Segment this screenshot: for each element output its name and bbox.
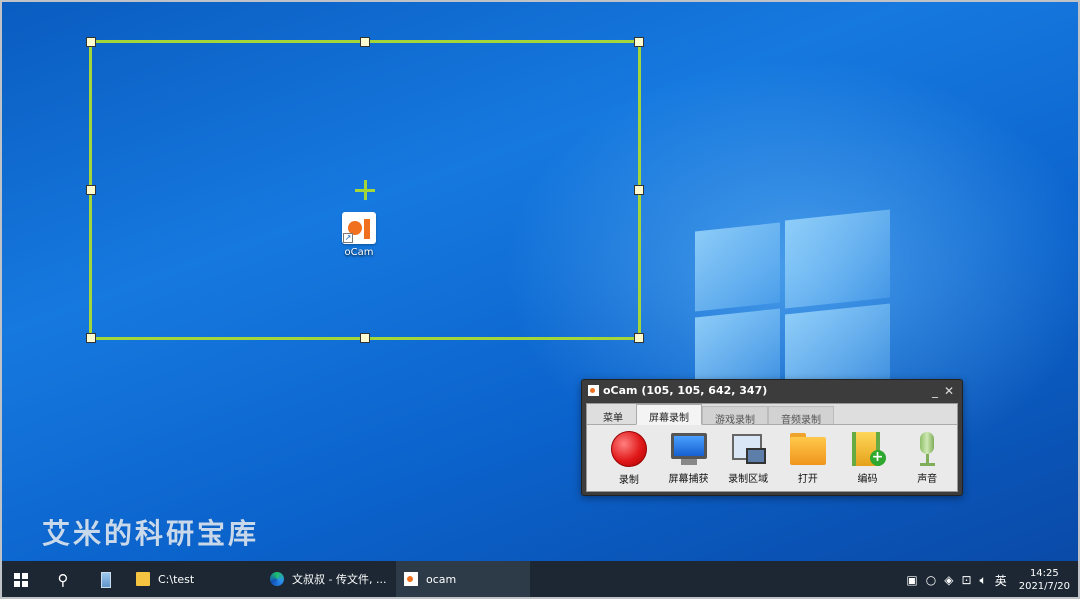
record-button[interactable]: 录制: [599, 430, 659, 486]
folder-icon: [136, 572, 150, 586]
desktop: ↗ oCam 艾米的科研宝库 oCam (105, 105, 642, 347)…: [0, 0, 1080, 561]
microphone-icon: [907, 430, 947, 468]
taskbar-item-explorer[interactable]: C:\test: [128, 561, 262, 599]
tab-screen-record[interactable]: 屏幕录制: [636, 404, 702, 425]
shortcut-arrow-icon: ↗: [343, 233, 353, 243]
ime-indicator[interactable]: 英: [995, 572, 1007, 589]
move-crosshair-icon[interactable]: [355, 180, 375, 200]
record-area-button[interactable]: 录制区域: [718, 430, 778, 486]
open-button[interactable]: 打开: [778, 430, 838, 486]
close-button[interactable]: ✕: [942, 384, 956, 398]
ocam-body: 菜单 屏幕录制 游戏录制 音频录制 录制 屏幕捕获 录制区域 打开 + 编码 声…: [586, 403, 958, 492]
sound-button[interactable]: 声音: [897, 430, 957, 486]
search-button[interactable]: ⚲: [42, 561, 84, 599]
resize-handle-top[interactable]: [360, 37, 370, 47]
ocam-desktop-shortcut[interactable]: ↗ oCam: [337, 212, 381, 258]
clock-time: 14:25: [1029, 568, 1059, 579]
start-button[interactable]: [0, 561, 42, 599]
resize-handle-top-right[interactable]: [634, 37, 644, 47]
film-add-icon: +: [848, 430, 888, 468]
volume-icon[interactable]: 🔈︎: [980, 573, 987, 588]
resize-handle-top-left[interactable]: [86, 37, 96, 47]
ocam-title-icon: [588, 385, 599, 396]
clock[interactable]: 14:25 2021/7/20: [1019, 567, 1070, 593]
ocam-app-icon: ↗: [342, 212, 376, 244]
circle-icon[interactable]: ○: [926, 573, 936, 587]
desktop-icon-label: oCam: [344, 247, 374, 258]
resize-handle-left[interactable]: [86, 185, 96, 195]
codec-button[interactable]: + 编码: [838, 430, 898, 486]
search-icon: ⚲: [57, 571, 69, 589]
resize-handle-bottom[interactable]: [360, 333, 370, 343]
clock-date: 2021/7/20: [1018, 581, 1070, 592]
network-icon[interactable]: ⊡: [961, 573, 971, 587]
edge-icon: [270, 572, 284, 586]
ocam-window[interactable]: oCam (105, 105, 642, 347) _ ✕ 菜单 屏幕录制 游戏…: [581, 379, 963, 496]
tab-game-record[interactable]: 游戏录制: [702, 406, 768, 426]
recycle-bin-icon: [101, 572, 111, 588]
taskbar-item-edge[interactable]: 文叔叔 - 传文件, ...: [262, 561, 396, 599]
watermark: 艾米的科研宝库: [42, 517, 260, 550]
resize-handle-bottom-left[interactable]: [86, 333, 96, 343]
taskbar-item-ocam[interactable]: ocam: [396, 561, 530, 599]
folder-icon: [788, 430, 828, 468]
monitor-icon: [669, 430, 709, 468]
tab-menu[interactable]: 菜单: [590, 404, 636, 424]
ocam-tray-icon[interactable]: ▣: [906, 573, 917, 587]
ocam-icon: [404, 572, 418, 586]
security-icon[interactable]: ◈: [944, 573, 953, 587]
minimize-button[interactable]: _: [928, 384, 942, 398]
window-title: oCam (105, 105, 642, 347): [603, 384, 768, 397]
taskbar: ⚲ C:\test 文叔叔 - 传文件, ... ocam ▣ ○ ◈ ⊡ 🔈︎…: [0, 561, 1080, 599]
windows-start-icon: [14, 573, 28, 587]
toolbar: 录制 屏幕捕获 录制区域 打开 + 编码 声音: [587, 425, 957, 486]
record-icon: [610, 431, 647, 467]
ocam-titlebar[interactable]: oCam (105, 105, 642, 347) _ ✕: [582, 380, 962, 401]
system-tray: ▣ ○ ◈ ⊡ 🔈︎ 英 14:25 2021/7/20: [902, 567, 1080, 593]
tab-bar: 菜单 屏幕录制 游戏录制 音频录制: [587, 404, 957, 426]
tab-audio-record[interactable]: 音频录制: [768, 406, 834, 426]
taskbar-pinned-app[interactable]: [84, 561, 128, 599]
resize-handle-right[interactable]: [634, 185, 644, 195]
resize-handle-bottom-right[interactable]: [634, 333, 644, 343]
screen-capture-button[interactable]: 屏幕捕获: [659, 430, 719, 486]
resize-area-icon: [728, 430, 768, 468]
